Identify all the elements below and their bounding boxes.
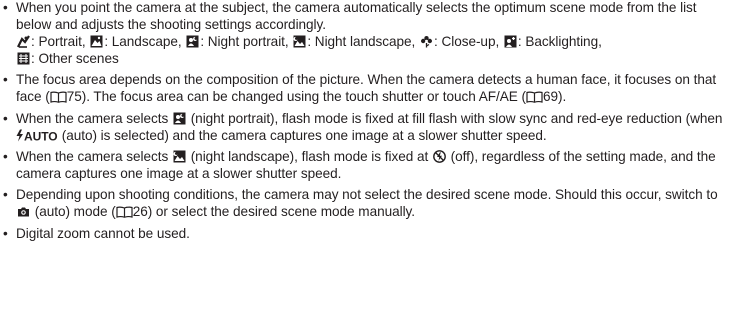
list-item: Depending upon shooting conditions, the … bbox=[0, 187, 733, 221]
item4-text-part2: (night landscape), flash mode is fixed a… bbox=[190, 149, 429, 165]
list-item: The focus area depends on the compositio… bbox=[0, 72, 733, 106]
item5-text-part2: (auto) mode ( bbox=[34, 204, 116, 220]
close-up-icon bbox=[420, 35, 433, 48]
item2-text-part2: ). The focus area can be changed using t… bbox=[81, 89, 526, 105]
scene-label: : Night portrait, bbox=[200, 33, 293, 49]
item2-text-part3: ). bbox=[557, 89, 567, 105]
item1-text: When you point the camera at the subject… bbox=[16, 0, 697, 32]
book-reference-icon bbox=[50, 91, 67, 103]
scene-label: : Night landscape, bbox=[307, 33, 419, 49]
backlighting-icon bbox=[504, 35, 517, 48]
night-portrait-icon bbox=[186, 35, 199, 48]
notes-list: When you point the camera at the subject… bbox=[0, 0, 733, 243]
item5-text-part3: ) or select the desired scene mode manua… bbox=[147, 204, 416, 220]
scene-label: : Landscape, bbox=[104, 33, 186, 49]
landscape-icon bbox=[90, 35, 103, 48]
flash-off-icon bbox=[433, 150, 446, 163]
list-item: When the camera selects (night landscape… bbox=[0, 149, 733, 183]
book-reference-icon bbox=[526, 91, 543, 103]
night-landscape-icon bbox=[293, 35, 306, 48]
page-ref-69[interactable]: 69 bbox=[543, 89, 558, 104]
item3-text-part2: (night portrait), flash mode is fixed at… bbox=[190, 110, 723, 126]
scene-label: : Portrait, bbox=[31, 33, 90, 49]
list-item: When the camera selects (night portrait)… bbox=[0, 111, 733, 145]
item4-text-part1: When the camera selects bbox=[16, 149, 169, 165]
scene-list: : Portrait, : Landscape, : Night portrai… bbox=[16, 34, 733, 68]
night-landscape-icon bbox=[173, 150, 186, 163]
list-item: When you point the camera at the subject… bbox=[0, 0, 733, 68]
item3-text-part3: (auto) is selected) and the camera captu… bbox=[61, 127, 547, 143]
night-portrait-icon bbox=[173, 112, 186, 125]
item6-text: Digital zoom cannot be used. bbox=[16, 225, 190, 241]
item3-text-part1: When the camera selects bbox=[16, 110, 169, 126]
scene-label: : Backlighting, bbox=[517, 33, 602, 49]
item5-text-part1: Depending upon shooting conditions, the … bbox=[16, 187, 718, 203]
list-item: Digital zoom cannot be used. bbox=[0, 226, 733, 243]
svg-text:AUTO: AUTO bbox=[24, 129, 58, 142]
other-scenes-icon bbox=[17, 52, 30, 65]
book-reference-icon bbox=[116, 206, 133, 219]
portrait-icon bbox=[17, 35, 30, 48]
page: When you point the camera at the subject… bbox=[0, 0, 733, 318]
page-ref-26[interactable]: 26 bbox=[133, 204, 148, 219]
auto-flash-icon: AUTO bbox=[16, 129, 58, 142]
auto-mode-camera-icon bbox=[17, 205, 30, 218]
scene-label: : Close-up, bbox=[434, 33, 503, 49]
page-ref-75[interactable]: 75 bbox=[67, 89, 82, 104]
scene-label: : Other scenes bbox=[31, 50, 119, 66]
